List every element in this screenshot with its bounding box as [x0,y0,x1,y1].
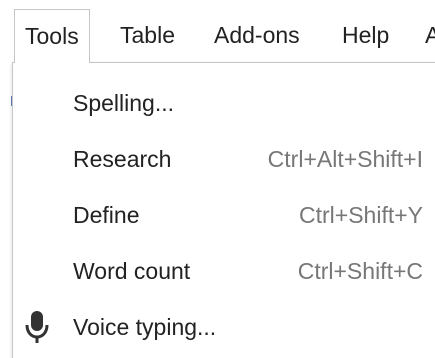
microphone-icon [25,311,49,343]
menu-item-define[interactable]: Define Ctrl+Shift+Y [13,187,435,243]
menu-item-word-count[interactable]: Word count Ctrl+Shift+C [13,243,435,299]
menu-item-label: Spelling... [73,90,175,116]
menu-add-ons[interactable]: Add-ons [214,20,300,50]
menu-item-voice-typing[interactable]: Voice typing... [13,299,435,355]
menu-item-spelling[interactable]: Spelling... [13,75,435,131]
menu-accessibility-partial[interactable]: A [425,20,435,50]
menu-help[interactable]: Help [342,20,389,50]
docs-tools-menu-screen: Tools Table Add-ons Help A Spelling... R… [0,0,435,358]
menu-item-shortcut: Ctrl+Alt+Shift+I [267,146,423,172]
menu-tools[interactable]: Tools [14,9,90,63]
menu-item-label: Define [73,202,140,228]
menu-item-shortcut: Ctrl+Shift+C [297,258,423,284]
menu-item-label: Research [73,146,172,172]
menu-item-label: Voice typing... [73,314,217,340]
menu-item-label: Word count [73,258,191,284]
menu-bar: Tools Table Add-ons Help A [0,0,435,63]
menu-table[interactable]: Table [120,20,175,50]
menu-item-research[interactable]: Research Ctrl+Alt+Shift+I [13,131,435,187]
tools-dropdown-menu: Spelling... Research Ctrl+Alt+Shift+I De… [12,62,435,358]
menu-item-shortcut: Ctrl+Shift+Y [299,202,423,228]
